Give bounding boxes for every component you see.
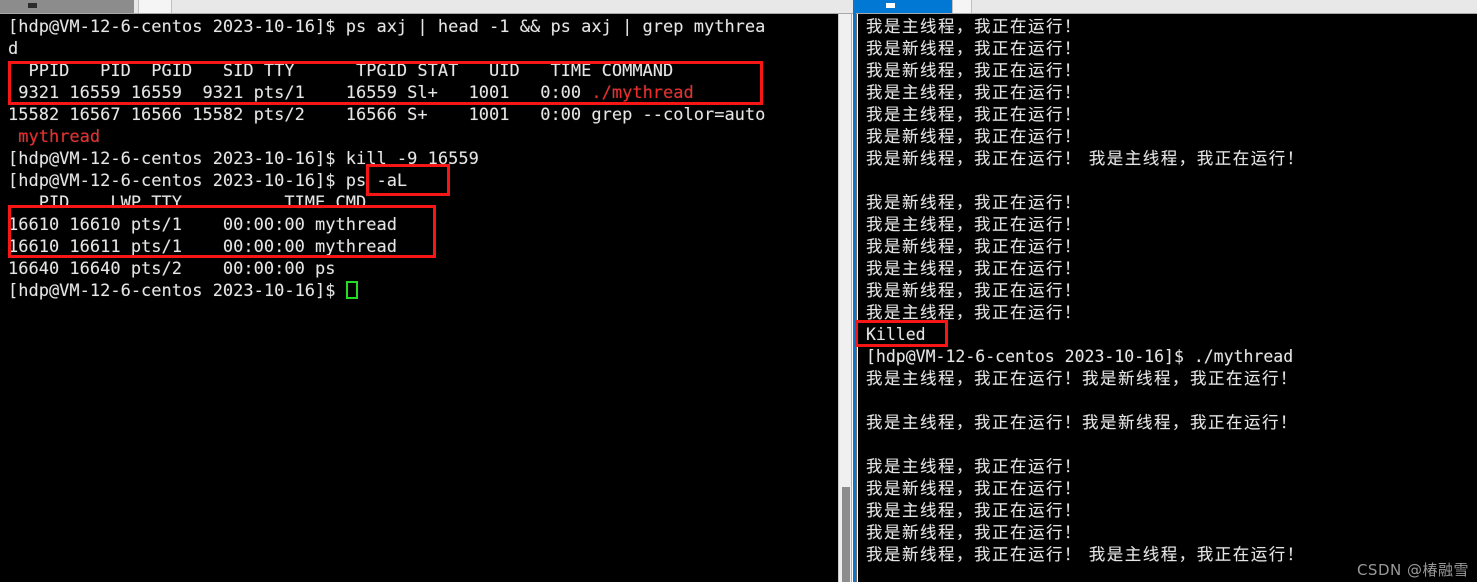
terminal-line: 我是新线程，我正在运行！ xyxy=(866,523,1082,542)
grep-match: mythread xyxy=(18,127,101,147)
terminal-line: 我是新线程，我正在运行！ xyxy=(866,479,1082,498)
prompt-text: [hdp@VM-12-6-centos 2023-10-16]$ xyxy=(8,281,346,301)
terminal-line: 我是主线程，我正在运行！ xyxy=(866,303,1082,322)
terminal-line: 15582 16567 16566 15582 pts/2 16566 S+ 1… xyxy=(8,105,766,125)
terminal-line-header: PID LWP TTY TIME CMD xyxy=(8,193,367,213)
scrollbar-thumb-left[interactable] xyxy=(842,487,850,582)
terminal-line: 我是主线程，我正在运行！ xyxy=(866,105,1082,124)
terminal-line: 我是主线程，我正在运行！ xyxy=(866,83,1082,102)
scrollbar-left[interactable] xyxy=(838,14,852,582)
terminal-line: 我是新线程，我正在运行！ xyxy=(866,61,1082,80)
terminal-line: 9321 16559 16559 9321 pts/1 16559 Sl+ 10… xyxy=(8,82,694,104)
tab-icon xyxy=(28,3,37,8)
window-focus-indicator xyxy=(853,0,856,582)
tab-left-inactive[interactable] xyxy=(138,0,172,13)
terminal-line: 我是主线程，我正在运行！ xyxy=(866,215,1082,234)
line-text xyxy=(8,127,18,147)
line-text: 9321 16559 16559 9321 pts/1 16559 Sl+ 10… xyxy=(8,83,592,103)
terminal-cursor xyxy=(345,281,358,299)
terminal-line-killed: Killed xyxy=(866,325,926,344)
terminal-line: 我是主线程，我正在运行！ xyxy=(866,501,1082,520)
terminal-line: 我是新线程，我正在运行！ xyxy=(866,281,1082,300)
terminal-line: 我是主线程，我正在运行！我是新线程，我正在运行！ xyxy=(866,413,1298,432)
terminal-line: [hdp@VM-12-6-centos 2023-10-16]$ kill -9… xyxy=(8,149,479,169)
terminal-line: 我是主线程，我正在运行！ xyxy=(866,457,1082,476)
terminal-line: 我是新线程，我正在运行！ xyxy=(866,127,1082,146)
terminal-line-prompt: [hdp@VM-12-6-centos 2023-10-16]$ xyxy=(8,280,358,302)
terminal-line: 我是主线程，我正在运行！ xyxy=(866,259,1082,278)
terminal-window-left: [hdp@VM-12-6-centos 2023-10-16]$ ps axj … xyxy=(0,0,853,582)
terminal-line: 我是主线程，我正在运行！我是新线程，我正在运行！ xyxy=(866,369,1298,388)
screenshot-root: [hdp@VM-12-6-centos 2023-10-16]$ ps axj … xyxy=(0,0,1477,582)
tab-right-inactive[interactable] xyxy=(952,0,972,13)
tab-strip-right xyxy=(853,0,1477,14)
terminal-line: 16640 16640 pts/2 00:00:00 ps xyxy=(8,259,336,279)
terminal-line: 我是新线程，我正在运行！ xyxy=(866,193,1082,212)
terminal-window-right: 我是主线程，我正在运行！ 我是新线程，我正在运行！ 我是新线程，我正在运行！ 我… xyxy=(853,0,1477,582)
terminal-line: [hdp@VM-12-6-centos 2023-10-16]$ ps -aL xyxy=(8,171,408,191)
terminal-line-header: PPID PID PGID SID TTY TPGID STAT UID TIM… xyxy=(8,61,674,81)
terminal-line: 我是主线程，我正在运行！ xyxy=(866,17,1082,36)
csdn-watermark: CSDN @椿融雪 xyxy=(1356,561,1469,579)
terminal-output-left[interactable]: [hdp@VM-12-6-centos 2023-10-16]$ ps axj … xyxy=(0,14,838,582)
tab-right-active[interactable] xyxy=(858,0,950,13)
tab-left-active[interactable] xyxy=(0,0,134,13)
terminal-line: 我是新线程，我正在运行！ xyxy=(866,39,1082,58)
terminal-line: 16610 16610 pts/1 00:00:00 mythread xyxy=(8,215,397,235)
terminal-line: mythread xyxy=(8,126,100,148)
terminal-line: 我是新线程，我正在运行！ 我是主线程，我正在运行！ xyxy=(866,149,1305,168)
terminal-line-command: [hdp@VM-12-6-centos 2023-10-16]$ ./mythr… xyxy=(866,347,1294,366)
terminal-line: [hdp@VM-12-6-centos 2023-10-16]$ ps axj … xyxy=(8,17,766,37)
terminal-line: 16610 16611 pts/1 00:00:00 mythread xyxy=(8,237,397,257)
terminal-line: 我是新线程，我正在运行！ 我是主线程，我正在运行！ xyxy=(866,545,1305,564)
grep-match: ./mythread xyxy=(591,83,694,103)
tab-strip-right-empty xyxy=(972,0,1477,13)
terminal-line: 我是新线程，我正在运行！ xyxy=(866,237,1082,256)
tab-strip-left xyxy=(0,0,853,14)
terminal-line: d xyxy=(8,39,19,59)
terminal-output-right[interactable]: 我是主线程，我正在运行！ 我是新线程，我正在运行！ 我是新线程，我正在运行！ 我… xyxy=(858,14,1477,582)
tab-icon xyxy=(886,3,895,8)
